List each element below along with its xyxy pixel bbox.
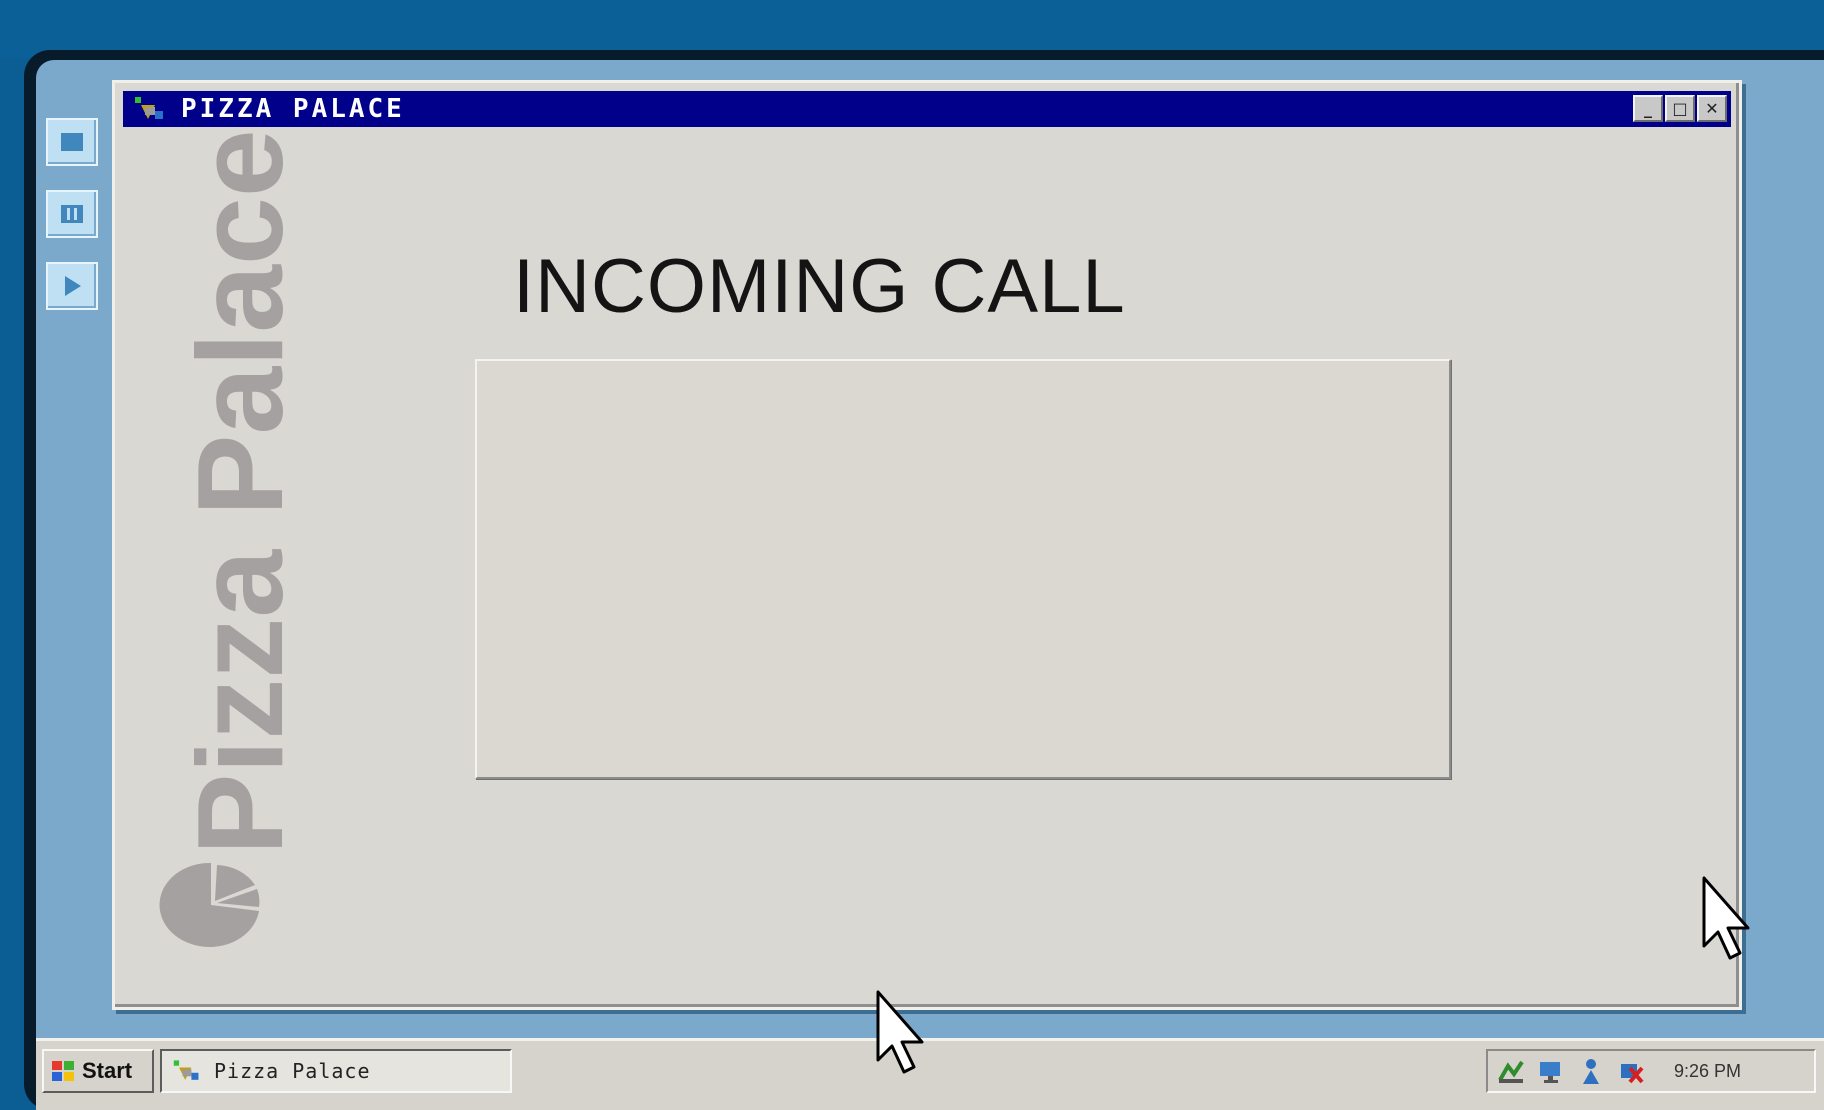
minimize-button[interactable]: _ [1633,95,1663,122]
brand-name: Pizza Palace [172,129,308,855]
pause-button[interactable] [46,190,98,238]
app-icon [173,1060,199,1080]
start-label: Start [82,1058,133,1083]
brand-watermark: Pizza Palace [172,129,308,855]
taskbar-item-pizza-palace[interactable]: Pizza Palace [160,1049,512,1093]
close-button[interactable]: ✕ [1697,95,1727,122]
mouse-cursor-icon [1702,876,1750,960]
display-icon[interactable] [1536,1056,1566,1086]
maximize-button[interactable]: □ [1665,95,1695,122]
media-toolbar [46,118,102,334]
pizza-palace-window: PIZZA PALACE _ □ ✕ Pizza Palace INCOMING… [112,80,1742,1010]
system-tray: 9:26 PM [1486,1049,1816,1093]
app-icon [133,95,167,123]
play-button[interactable] [46,262,98,310]
pizza-slice-icon [159,861,263,954]
incoming-call-heading: INCOMING CALL [513,244,1126,329]
call-details-panel [475,359,1451,779]
user-icon[interactable] [1576,1056,1606,1086]
taskbar-clock: 9:26 PM [1674,1060,1742,1081]
windows-logo-icon [52,1061,74,1081]
stop-button[interactable] [46,118,98,166]
start-button[interactable]: Start [42,1049,154,1093]
window-title: PIZZA PALACE [181,94,405,124]
stop-icon [61,133,83,151]
desktop: PIZZA PALACE _ □ ✕ Pizza Palace INCOMING… [36,60,1824,1110]
taskbar-item-label: Pizza Palace [214,1059,371,1083]
window-titlebar[interactable]: PIZZA PALACE _ □ ✕ [123,91,1731,127]
window-controls: _ □ ✕ [1633,95,1727,122]
disconnected-icon[interactable] [1616,1056,1646,1086]
network-icon[interactable] [1496,1056,1526,1086]
pause-icon [61,205,83,223]
play-icon [65,276,81,296]
mouse-cursor-icon [876,990,924,1074]
